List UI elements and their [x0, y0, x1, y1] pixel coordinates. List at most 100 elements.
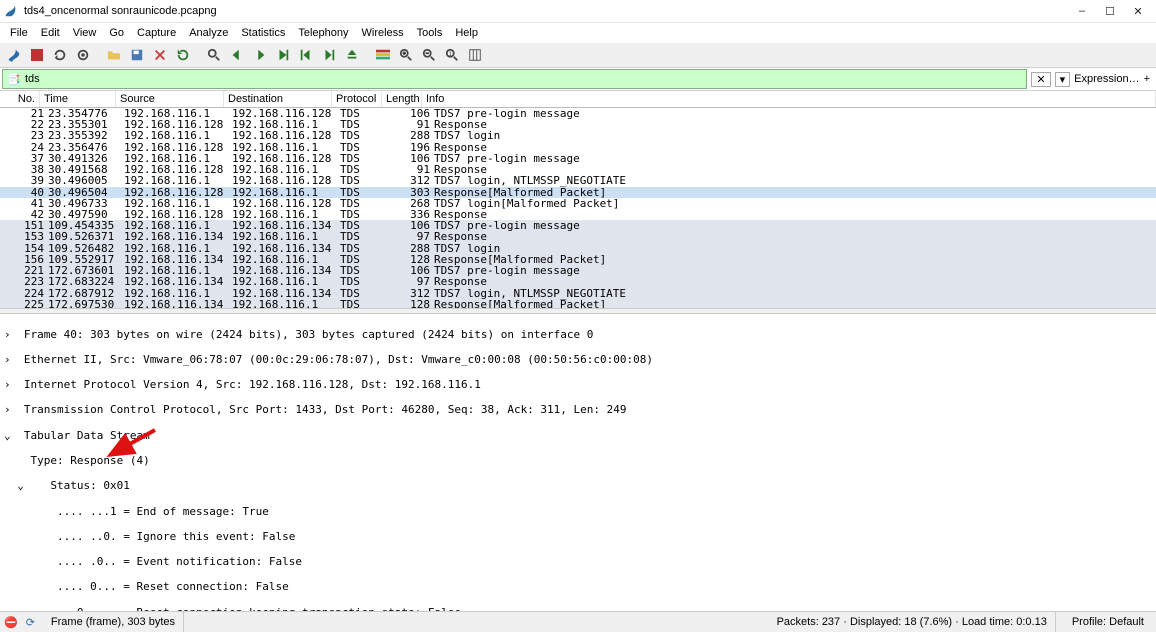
col-time[interactable]: Time — [40, 91, 116, 107]
cell-src: 192.168.116.1 — [124, 175, 232, 186]
cell-dst: 192.168.116.1 — [232, 231, 340, 242]
tree-status-3: .... .0.. = Event notification: False — [4, 556, 1152, 569]
tree-eth[interactable]: › Ethernet II, Src: Vmware_06:78:07 (00:… — [4, 354, 1152, 367]
cell-len: 97 — [390, 231, 434, 242]
tree-tds[interactable]: ⌄ Tabular Data Stream — [4, 430, 1152, 443]
cell-proto: TDS — [340, 276, 390, 287]
col-info[interactable]: Info — [422, 91, 1156, 107]
title-bar: tds4_oncenormal sonraunicode.pcapng – ☐ … — [0, 0, 1156, 23]
colorize-icon[interactable] — [373, 45, 393, 65]
menu-file[interactable]: File — [4, 25, 34, 41]
menu-help[interactable]: Help — [449, 25, 484, 41]
save-file-icon[interactable] — [127, 45, 147, 65]
stop-capture-icon[interactable] — [27, 45, 47, 65]
cell-no: 23 — [4, 130, 48, 141]
start-capture-icon[interactable] — [4, 45, 24, 65]
cell-dst: 192.168.116.1 — [232, 299, 340, 308]
cell-src: 192.168.116.1 — [124, 130, 232, 141]
packet-details-pane[interactable]: › Frame 40: 303 bytes on wire (2424 bits… — [0, 314, 1156, 611]
cell-time: 172.683224 — [48, 276, 124, 287]
resize-columns-icon[interactable] — [465, 45, 485, 65]
display-filter-input[interactable]: 📑 tds — [2, 69, 1027, 89]
cell-proto: TDS — [340, 175, 390, 186]
cell-info: Response — [434, 231, 1152, 242]
cell-src: 192.168.116.134 — [124, 231, 232, 242]
menu-analyze[interactable]: Analyze — [183, 25, 234, 41]
capture-options-icon[interactable] — [73, 45, 93, 65]
packet-row[interactable]: 2323.355392192.168.116.1192.168.116.128T… — [0, 130, 1156, 141]
cell-time: 109.526371 — [48, 231, 124, 242]
tree-status-4: .... 0... = Reset connection: False — [4, 581, 1152, 594]
close-button[interactable]: ✕ — [1124, 1, 1152, 21]
col-len[interactable]: Length — [382, 91, 422, 107]
menu-bar: File Edit View Go Capture Analyze Statis… — [0, 23, 1156, 43]
packet-list[interactable]: 2123.354776192.168.116.1192.168.116.128T… — [0, 108, 1156, 308]
menu-tools[interactable]: Tools — [411, 25, 449, 41]
menu-go[interactable]: Go — [103, 25, 130, 41]
packet-row[interactable]: 3930.496005192.168.116.1192.168.116.128T… — [0, 175, 1156, 186]
tree-type[interactable]: Type: Response (4) — [4, 455, 1152, 468]
cell-proto: TDS — [340, 299, 390, 308]
cell-len: 312 — [390, 175, 434, 186]
cell-time: 30.496005 — [48, 175, 124, 186]
zoom-reset-icon[interactable]: 1 — [442, 45, 462, 65]
cell-info: Response[Malformed Packet] — [434, 299, 1152, 308]
cell-no: 39 — [4, 175, 48, 186]
window-title: tds4_oncenormal sonraunicode.pcapng — [24, 5, 1068, 17]
status-reload-icon[interactable]: ⟳ — [26, 616, 35, 629]
reload-icon[interactable] — [173, 45, 193, 65]
status-profile[interactable]: Profile: Default — [1064, 612, 1152, 632]
cell-info: TDS7 login, NTLMSSP_NEGOTIATE — [434, 175, 1152, 186]
cell-no: 225 — [4, 299, 48, 308]
go-last-icon[interactable] — [319, 45, 339, 65]
maximize-button[interactable]: ☐ — [1096, 1, 1124, 21]
menu-view[interactable]: View — [67, 25, 103, 41]
status-error-icon[interactable]: ⛔ — [4, 616, 18, 629]
menu-wireless[interactable]: Wireless — [356, 25, 410, 41]
open-file-icon[interactable] — [104, 45, 124, 65]
col-proto[interactable]: Protocol — [332, 91, 382, 107]
cell-len: 97 — [390, 276, 434, 287]
add-filter-button[interactable]: + — [1144, 73, 1150, 85]
display-filter-bar: 📑 tds ✕ ▾ Expression… + — [0, 68, 1156, 91]
tree-tcp[interactable]: › Transmission Control Protocol, Src Por… — [4, 404, 1152, 417]
status-packets-info: Packets: 237 · Displayed: 18 (7.6%) · Lo… — [769, 612, 1056, 632]
cell-info: TDS7 login — [434, 130, 1152, 141]
menu-capture[interactable]: Capture — [131, 25, 182, 41]
col-src[interactable]: Source — [116, 91, 224, 107]
tree-status-1: .... ...1 = End of message: True — [4, 506, 1152, 519]
menu-telephony[interactable]: Telephony — [292, 25, 354, 41]
go-back-icon[interactable] — [227, 45, 247, 65]
menu-edit[interactable]: Edit — [35, 25, 66, 41]
tree-status-2: .... ..0. = Ignore this event: False — [4, 531, 1152, 544]
packet-row[interactable]: 225172.697530192.168.116.134192.168.116.… — [0, 299, 1156, 308]
app-icon — [4, 4, 18, 18]
menu-statistics[interactable]: Statistics — [235, 25, 291, 41]
tree-ip[interactable]: › Internet Protocol Version 4, Src: 192.… — [4, 379, 1152, 392]
go-first-icon[interactable] — [296, 45, 316, 65]
restart-capture-icon[interactable] — [50, 45, 70, 65]
zoom-in-icon[interactable] — [396, 45, 416, 65]
packet-list-header: No. Time Source Destination Protocol Len… — [0, 91, 1156, 108]
zoom-out-icon[interactable] — [419, 45, 439, 65]
expression-button[interactable]: Expression… — [1074, 73, 1139, 85]
tree-frame[interactable]: › Frame 40: 303 bytes on wire (2424 bits… — [4, 329, 1152, 342]
close-file-icon[interactable] — [150, 45, 170, 65]
auto-scroll-icon[interactable] — [342, 45, 362, 65]
cell-info: TDS7 login[Malformed Packet] — [434, 198, 1152, 209]
col-no[interactable]: No. — [0, 91, 40, 107]
cell-proto: TDS — [340, 130, 390, 141]
clear-filter-icon[interactable]: ✕ — [1031, 72, 1050, 87]
minimize-button[interactable]: – — [1068, 1, 1096, 21]
col-dst[interactable]: Destination — [224, 91, 332, 107]
go-forward-icon[interactable] — [250, 45, 270, 65]
bookmark-filter-icon[interactable]: 📑 — [7, 73, 21, 86]
cell-info: TDS7 pre-login message — [434, 265, 1152, 276]
packet-row[interactable]: 223172.683224192.168.116.134192.168.116.… — [0, 276, 1156, 287]
packet-row[interactable]: 153109.526371192.168.116.134192.168.116.… — [0, 231, 1156, 242]
filter-dropdown-icon[interactable]: ▾ — [1055, 72, 1071, 87]
find-packet-icon[interactable] — [204, 45, 224, 65]
tree-status[interactable]: ⌄ Status: 0x01 — [4, 480, 1152, 493]
go-to-packet-icon[interactable] — [273, 45, 293, 65]
display-filter-value: tds — [25, 73, 40, 85]
